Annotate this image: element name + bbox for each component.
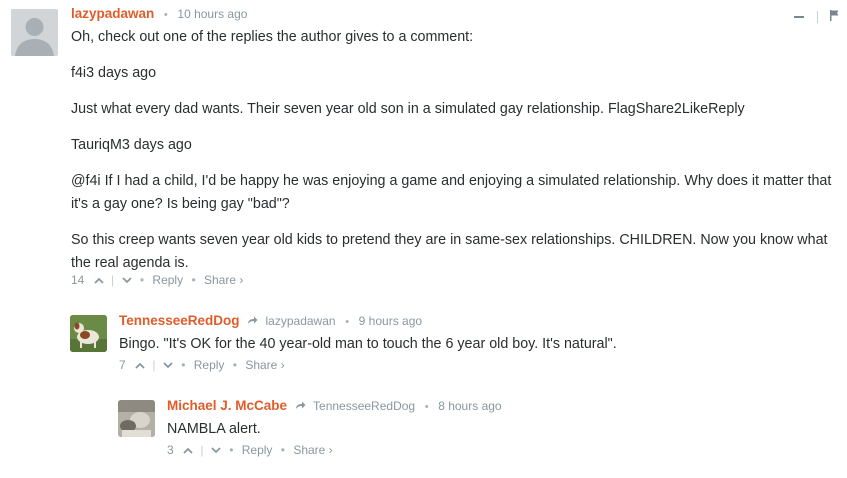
comment-body: NAMBLA alert. bbox=[167, 418, 837, 441]
default-avatar-icon bbox=[11, 9, 58, 56]
avatar-michael-mccabe[interactable] bbox=[118, 400, 155, 437]
vote-count: 7 bbox=[119, 357, 126, 372]
vote-divider: | bbox=[152, 357, 156, 372]
chevron-up-icon[interactable] bbox=[94, 273, 104, 287]
comment-body: Bingo. "It's OK for the 40 year-old man … bbox=[119, 333, 839, 356]
timestamp[interactable]: 10 hours ago bbox=[177, 7, 247, 21]
vote-divider: | bbox=[111, 272, 115, 287]
timestamp[interactable]: 9 hours ago bbox=[359, 314, 422, 328]
comment-paragraph: So this creep wants seven year old kids … bbox=[71, 232, 828, 271]
share-button[interactable]: Share › bbox=[293, 443, 332, 457]
separator-dot: • bbox=[229, 442, 234, 457]
chevron-down-icon[interactable] bbox=[163, 358, 173, 372]
comment-footer: 14 | • Reply • Share › bbox=[71, 272, 243, 287]
reply-button[interactable]: Reply bbox=[152, 273, 183, 287]
author-name[interactable]: Michael J. McCabe bbox=[167, 398, 287, 413]
chevron-down-icon[interactable] bbox=[211, 443, 221, 457]
comment-paragraph: Oh, check out one of the replies the aut… bbox=[71, 29, 474, 45]
comment-paragraph: Bingo. "It's OK for the 40 year-old man … bbox=[119, 336, 617, 352]
share-button[interactable]: Share › bbox=[204, 273, 243, 287]
chevron-up-icon[interactable] bbox=[135, 358, 145, 372]
minus-icon[interactable] bbox=[793, 15, 804, 18]
share-arrow-icon bbox=[295, 399, 309, 413]
comment-paragraph: TauriqM3 days ago bbox=[71, 137, 192, 153]
separator-dot: • bbox=[191, 272, 196, 287]
comment-paragraph: f4i3 days ago bbox=[71, 65, 157, 81]
vote-count: 14 bbox=[71, 272, 85, 287]
comment-actions bbox=[793, 8, 839, 24]
timestamp[interactable]: 8 hours ago bbox=[438, 399, 501, 413]
comment-footer: 7 | • Reply • Share › bbox=[119, 357, 285, 372]
comment-header: lazypadawan • 10 hours ago bbox=[71, 6, 247, 21]
separator-dot: • bbox=[345, 316, 350, 328]
parent-author-link[interactable]: TennesseeRedDog bbox=[313, 399, 415, 413]
dog-avatar-icon bbox=[70, 315, 107, 352]
separator-dot: • bbox=[139, 272, 145, 287]
comment-header: TennesseeRedDog lazypadawan • 9 hours ag… bbox=[119, 313, 422, 328]
chevron-down-icon[interactable] bbox=[121, 273, 132, 287]
comment-footer: 3 | • Reply • Share › bbox=[167, 442, 333, 457]
flag-icon[interactable] bbox=[830, 9, 839, 24]
avatar-tennesseereddog[interactable] bbox=[70, 315, 107, 352]
comment-paragraph: NAMBLA alert. bbox=[167, 421, 261, 437]
avatar-lazypadawan[interactable] bbox=[11, 9, 58, 56]
parent-author-link[interactable]: lazypadawan bbox=[266, 314, 336, 328]
reply-button[interactable]: Reply bbox=[242, 443, 273, 457]
separator-dot: • bbox=[232, 357, 237, 372]
comment-paragraph: Just what every dad wants. Their seven y… bbox=[71, 101, 745, 117]
share-arrow-icon bbox=[247, 314, 261, 328]
separator-dot: • bbox=[424, 401, 429, 413]
share-button[interactable]: Share › bbox=[245, 358, 284, 372]
author-name[interactable]: TennesseeRedDog bbox=[119, 313, 240, 328]
chevron-up-icon[interactable] bbox=[183, 443, 193, 457]
vote-divider: | bbox=[200, 442, 204, 457]
comment-body: Oh, check out one of the replies the aut… bbox=[71, 26, 843, 275]
author-name[interactable]: lazypadawan bbox=[71, 6, 154, 21]
vote-count: 3 bbox=[167, 442, 174, 457]
comment-header: Michael J. McCabe TennesseeRedDog • 8 ho… bbox=[167, 398, 502, 413]
separator-dot: • bbox=[163, 9, 168, 21]
separator-dot: • bbox=[181, 357, 186, 372]
divider bbox=[817, 10, 819, 23]
photo-avatar-icon bbox=[118, 400, 155, 437]
separator-dot: • bbox=[280, 442, 285, 457]
reply-button[interactable]: Reply bbox=[194, 358, 225, 372]
comment-paragraph: @f4i If I had a child, I'd be happy he w… bbox=[71, 173, 832, 212]
